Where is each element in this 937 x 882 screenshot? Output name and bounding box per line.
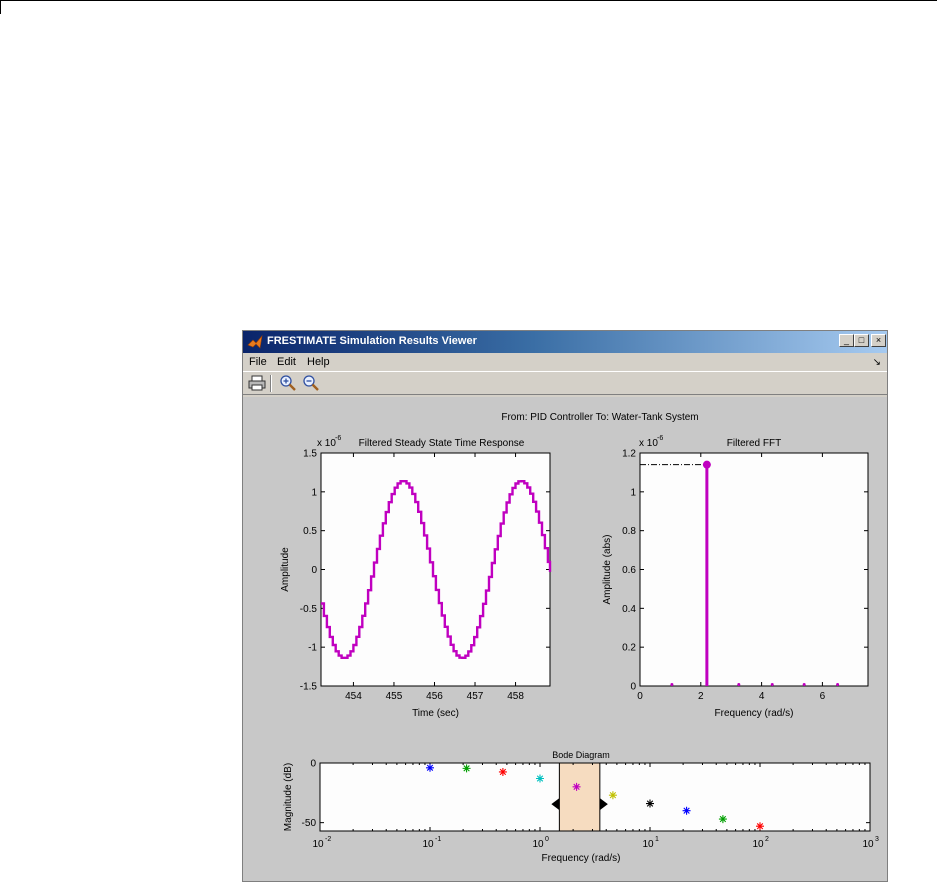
y-tick-label: 0.2: [622, 643, 636, 654]
y-tick-label: -1: [308, 643, 317, 654]
y-tick-label: 0: [630, 682, 636, 693]
bode-title: Bode Diagram: [552, 750, 610, 760]
page-top-rule: [0, 0, 937, 1]
y-tick-label: -1.5: [300, 682, 318, 693]
x-tick-label-base: 10: [532, 839, 544, 850]
plots-canvas: From: PID Controller To: Water-Tank Syst…: [280, 412, 879, 864]
menu-edit[interactable]: Edit: [277, 356, 296, 368]
x-tick-label: 456: [426, 691, 443, 702]
y-tick-label: 0.4: [622, 604, 636, 615]
bode-ylabel: Magnitude (dB): [283, 763, 294, 831]
y-tick-label: 0: [311, 565, 317, 576]
zoom-in-icon[interactable]: [278, 374, 298, 392]
page-left-rule: [0, 0, 1, 14]
y-tick-label: 0.5: [303, 526, 317, 537]
y-tick-label: 0: [310, 759, 316, 770]
x-tick-label: 458: [507, 691, 524, 702]
y-tick-label: 1: [630, 487, 636, 498]
figure-area: From: PID Controller To: Water-Tank Syst…: [243, 397, 887, 881]
x-tick-label-base: 10: [642, 839, 654, 850]
fft-stem-marker: [737, 683, 741, 686]
toolbar: [243, 371, 887, 395]
bode-point-marker: [646, 799, 654, 808]
window-title: FRESTIMATE Simulation Results Viewer: [267, 335, 477, 347]
x-tick-label-base: 10: [752, 839, 764, 850]
x-tick-label: 2: [698, 691, 704, 702]
exponent-label: x 10: [639, 438, 658, 449]
x-tick-label-base: 10: [862, 839, 874, 850]
menu-help[interactable]: Help: [307, 356, 330, 368]
x-tick-label-base: 10: [312, 839, 324, 850]
y-tick-label: 1: [311, 487, 317, 498]
x-tick-label: 454: [345, 691, 362, 702]
bode-point-marker: [462, 764, 471, 773]
x-tick-label: 6: [820, 691, 826, 702]
print-icon[interactable]: [247, 374, 267, 392]
x-tick-label: 4: [759, 691, 765, 702]
x-tick-label: 0: [637, 691, 643, 702]
fft-ylabel: Amplitude (abs): [602, 534, 613, 604]
fft-axes: [639, 452, 869, 687]
minimize-button[interactable]: _: [839, 334, 854, 347]
y-tick-label: 1.2: [622, 449, 636, 460]
fft-stem-marker: [670, 683, 674, 686]
time-response-ylabel: Amplitude: [280, 547, 291, 592]
x-tick-label-exponent: 3: [875, 836, 879, 843]
fft-stem-marker: [770, 683, 774, 686]
results-viewer-window: FRESTIMATE Simulation Results Viewer _ □…: [242, 330, 888, 882]
bode-point-marker: [498, 767, 507, 776]
close-button[interactable]: ×: [871, 334, 886, 347]
time-response-title: Filtered Steady State Time Response: [359, 438, 525, 449]
y-tick-label: 0.8: [622, 526, 636, 537]
y-tick-label: -50: [302, 818, 317, 829]
bode-highlight-band: [558, 762, 601, 832]
y-tick-label: 0.6: [622, 565, 636, 576]
bode-point-marker: [536, 774, 544, 783]
exponent-power: -6: [335, 435, 341, 442]
fft-stem-marker: [702, 460, 711, 469]
fft-stem-marker: [836, 683, 840, 686]
fft-title: Filtered FFT: [727, 438, 781, 449]
x-tick-label: 455: [386, 691, 403, 702]
x-tick-label-exponent: -1: [435, 836, 441, 843]
title-bar[interactable]: FRESTIMATE Simulation Results Viewer _ □…: [243, 331, 887, 353]
bode-xlabel: Frequency (rad/s): [542, 853, 621, 864]
toolbar-separator: [270, 375, 272, 392]
y-tick-label: 1.5: [303, 449, 317, 460]
menu-file[interactable]: File: [249, 356, 267, 368]
time-response-xlabel: Time (sec): [412, 708, 459, 719]
x-tick-label-exponent: 1: [655, 836, 659, 843]
bode-point-marker: [682, 806, 691, 815]
fft-stem-marker: [802, 683, 806, 686]
zoom-out-icon[interactable]: [301, 374, 321, 392]
menu-bar: File Edit Help ↘: [243, 353, 887, 371]
x-tick-label-exponent: 2: [765, 836, 769, 843]
fft-xlabel: Frequency (rad/s): [715, 708, 794, 719]
y-tick-label: -0.5: [300, 604, 318, 615]
x-tick-label-exponent: -2: [325, 836, 331, 843]
figure-supertitle: From: PID Controller To: Water-Tank Syst…: [501, 412, 698, 423]
x-tick-label: 457: [467, 691, 484, 702]
x-tick-label-exponent: 0: [545, 836, 549, 843]
matlab-logo-icon: [247, 334, 263, 349]
exponent-power: -6: [657, 435, 663, 442]
x-tick-label-base: 10: [422, 839, 434, 850]
dock-arrow-icon[interactable]: ↘: [873, 357, 881, 368]
maximize-button[interactable]: □: [854, 334, 869, 347]
exponent-label: x 10: [317, 438, 336, 449]
